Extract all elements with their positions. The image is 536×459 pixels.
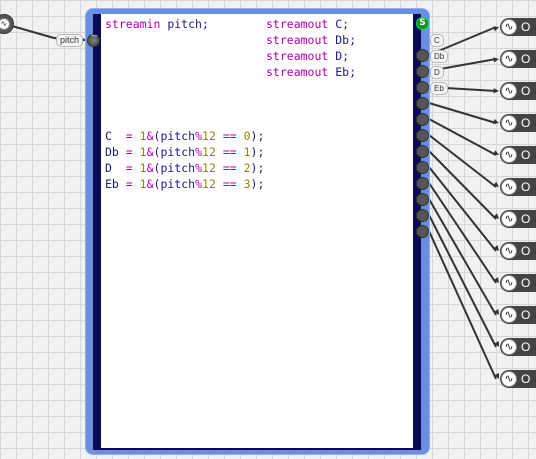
output-wire-7 bbox=[428, 150, 497, 220]
output-node-label: O bbox=[521, 308, 531, 322]
streamout-d: D; bbox=[335, 49, 350, 63]
wave-icon: ∿ bbox=[501, 51, 517, 67]
outport-1[interactable] bbox=[416, 49, 429, 62]
pitch-port-label: pitch bbox=[56, 34, 84, 47]
output-wire-4 bbox=[428, 102, 497, 124]
wave-icon: ∿ bbox=[501, 211, 517, 227]
output-wire-arrow-5 bbox=[493, 150, 499, 155]
assign-eb: Eb = 1&(pitch%12 == 3); bbox=[105, 177, 265, 191]
streamout-declaration-eb: streamout Eb; bbox=[266, 65, 357, 79]
output-node-2[interactable]: ∿ O bbox=[500, 50, 536, 68]
wave-icon: ∿ bbox=[501, 275, 517, 291]
output-node-1[interactable]: ∿ O bbox=[500, 18, 536, 36]
output-node-6[interactable]: ∿ O bbox=[500, 178, 536, 196]
assign-db: Db = 1&(pitch%12 == 1); bbox=[105, 145, 265, 159]
output-node-label: O bbox=[521, 340, 531, 354]
output-node-label: O bbox=[521, 116, 531, 130]
output-node-8[interactable]: ∿ O bbox=[500, 242, 536, 260]
output-wire-11 bbox=[428, 214, 497, 348]
streamin-declaration: streamin pitch; bbox=[105, 17, 209, 31]
code-editor[interactable]: streamin pitch; streamout C; streamout D… bbox=[101, 14, 413, 448]
output-wire-arrow-10 bbox=[493, 309, 499, 315]
output-wire-arrow-4 bbox=[493, 119, 499, 125]
port-label-eb: Eb bbox=[430, 82, 448, 95]
wave-icon: ∿ bbox=[501, 371, 517, 387]
output-node-4[interactable]: ∿ O bbox=[500, 114, 536, 132]
output-node-12[interactable]: ∿ O bbox=[500, 370, 536, 388]
output-wire-arrow-7 bbox=[493, 213, 499, 219]
outport-2[interactable] bbox=[416, 65, 429, 78]
output-node-9[interactable]: ∿ O bbox=[500, 274, 536, 292]
streamout-declaration-db: streamout Db; bbox=[266, 33, 357, 47]
output-node-label: O bbox=[521, 212, 531, 226]
output-node-label: O bbox=[521, 244, 531, 258]
wave-icon: ∿ bbox=[501, 307, 517, 323]
outport-8[interactable] bbox=[416, 161, 429, 174]
port-label-db: Db bbox=[430, 50, 449, 63]
output-node-label: O bbox=[521, 148, 531, 162]
output-node-label: O bbox=[521, 372, 531, 386]
outport-7[interactable] bbox=[416, 145, 429, 158]
source-node[interactable]: ∿ bbox=[0, 14, 14, 34]
wave-icon: ∿ bbox=[0, 18, 10, 30]
output-node-label: O bbox=[521, 276, 531, 290]
output-wire-arrow-9 bbox=[493, 277, 499, 283]
input-wire bbox=[11, 25, 55, 39]
output-wire-12 bbox=[428, 230, 497, 380]
streamout-c: C; bbox=[335, 17, 350, 31]
wave-icon: ∿ bbox=[501, 147, 517, 163]
output-wire-arrow-11 bbox=[494, 341, 499, 347]
output-wire-arrow-3 bbox=[493, 88, 499, 94]
outport-6[interactable] bbox=[416, 129, 429, 142]
wave-icon: ∿ bbox=[501, 243, 517, 259]
wave-icon: ∿ bbox=[501, 179, 517, 195]
output-wire-6 bbox=[428, 134, 497, 188]
output-node-7[interactable]: ∿ O bbox=[500, 210, 536, 228]
output-wire-arrow-6 bbox=[493, 181, 499, 187]
streamout-declaration-c: streamout C; bbox=[266, 17, 350, 31]
output-wire-10 bbox=[428, 198, 497, 316]
outport-4[interactable] bbox=[416, 97, 429, 110]
output-wire-5 bbox=[428, 118, 497, 156]
output-wire-arrow-8 bbox=[493, 245, 499, 251]
wave-icon: ∿ bbox=[501, 19, 517, 35]
output-node-11[interactable]: ∿ O bbox=[500, 338, 536, 356]
wave-icon: ∿ bbox=[501, 83, 517, 99]
output-node-label: O bbox=[521, 84, 531, 98]
output-node-label: O bbox=[521, 180, 531, 194]
output-node-label: O bbox=[521, 20, 531, 34]
wave-icon: ∿ bbox=[501, 115, 517, 131]
output-wire-arrow-12 bbox=[494, 373, 500, 379]
streamout-db: Db; bbox=[335, 33, 357, 47]
streamout-eb: Eb; bbox=[335, 65, 357, 79]
wave-icon: ∿ bbox=[501, 339, 517, 355]
pitch-inport[interactable] bbox=[87, 31, 100, 47]
output-node-10[interactable]: ∿ O bbox=[500, 306, 536, 324]
output-wire-8 bbox=[428, 166, 497, 252]
outport-12[interactable] bbox=[416, 225, 429, 238]
streamout-declaration-d: streamout D; bbox=[266, 49, 350, 63]
output-wire-arrow-1 bbox=[493, 26, 499, 32]
outport-3[interactable] bbox=[416, 81, 429, 94]
outport-10[interactable] bbox=[416, 193, 429, 206]
port-label-c: C bbox=[430, 34, 444, 47]
assign-d: D = 1&(pitch%12 == 2); bbox=[105, 161, 265, 175]
output-node-3[interactable]: ∿ O bbox=[500, 82, 536, 100]
output-wire-9 bbox=[428, 182, 497, 284]
port-label-d: D bbox=[430, 66, 444, 79]
output-node-5[interactable]: ∿ O bbox=[500, 146, 536, 164]
outport-9[interactable] bbox=[416, 177, 429, 190]
output-node-label: O bbox=[521, 52, 531, 66]
start-port[interactable]: S bbox=[416, 17, 429, 30]
outport-5[interactable] bbox=[416, 113, 429, 126]
assign-c: C = 1&(pitch%12 == 0); bbox=[105, 129, 265, 143]
outport-11[interactable] bbox=[416, 209, 429, 222]
output-wire-arrow-2 bbox=[493, 57, 499, 63]
